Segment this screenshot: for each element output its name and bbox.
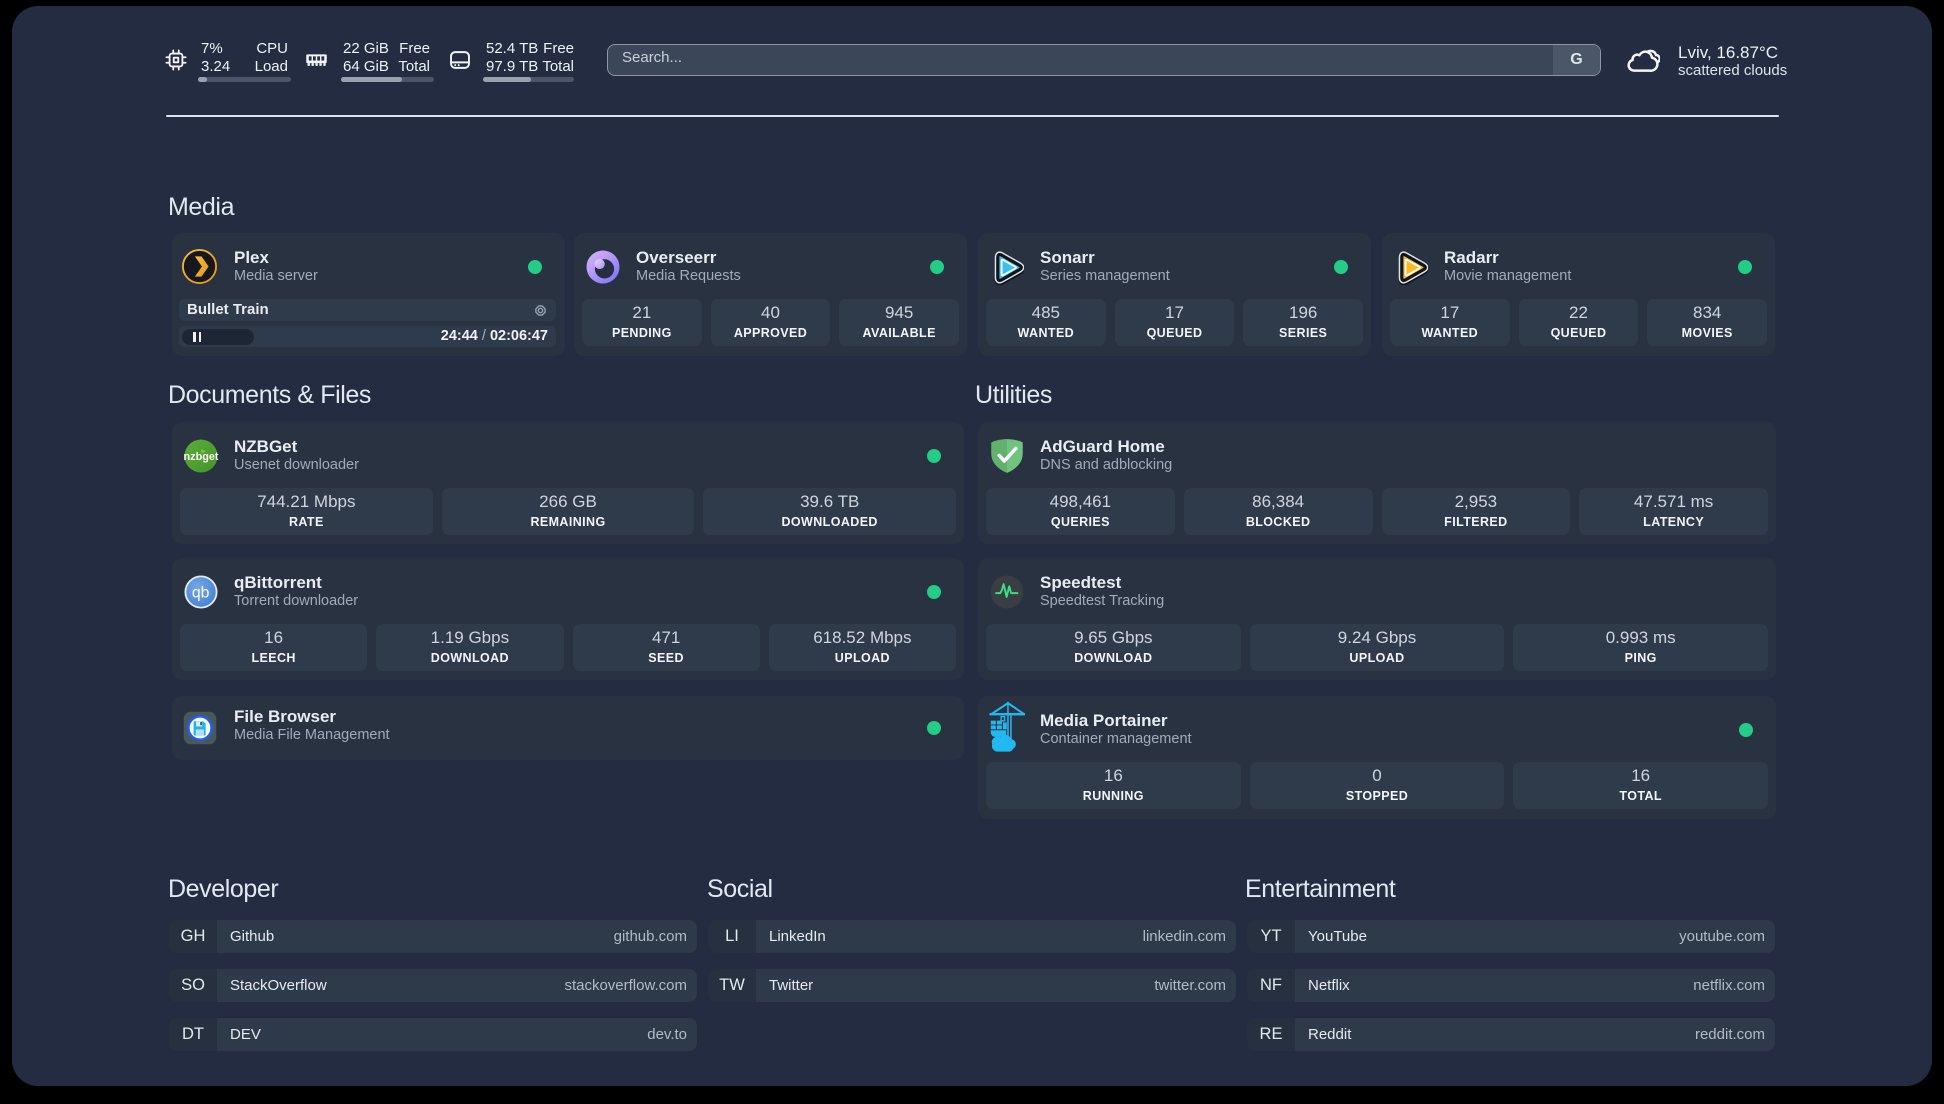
svg-text:qb: qb (192, 584, 210, 601)
svg-text:nzbget: nzbget (184, 451, 219, 463)
